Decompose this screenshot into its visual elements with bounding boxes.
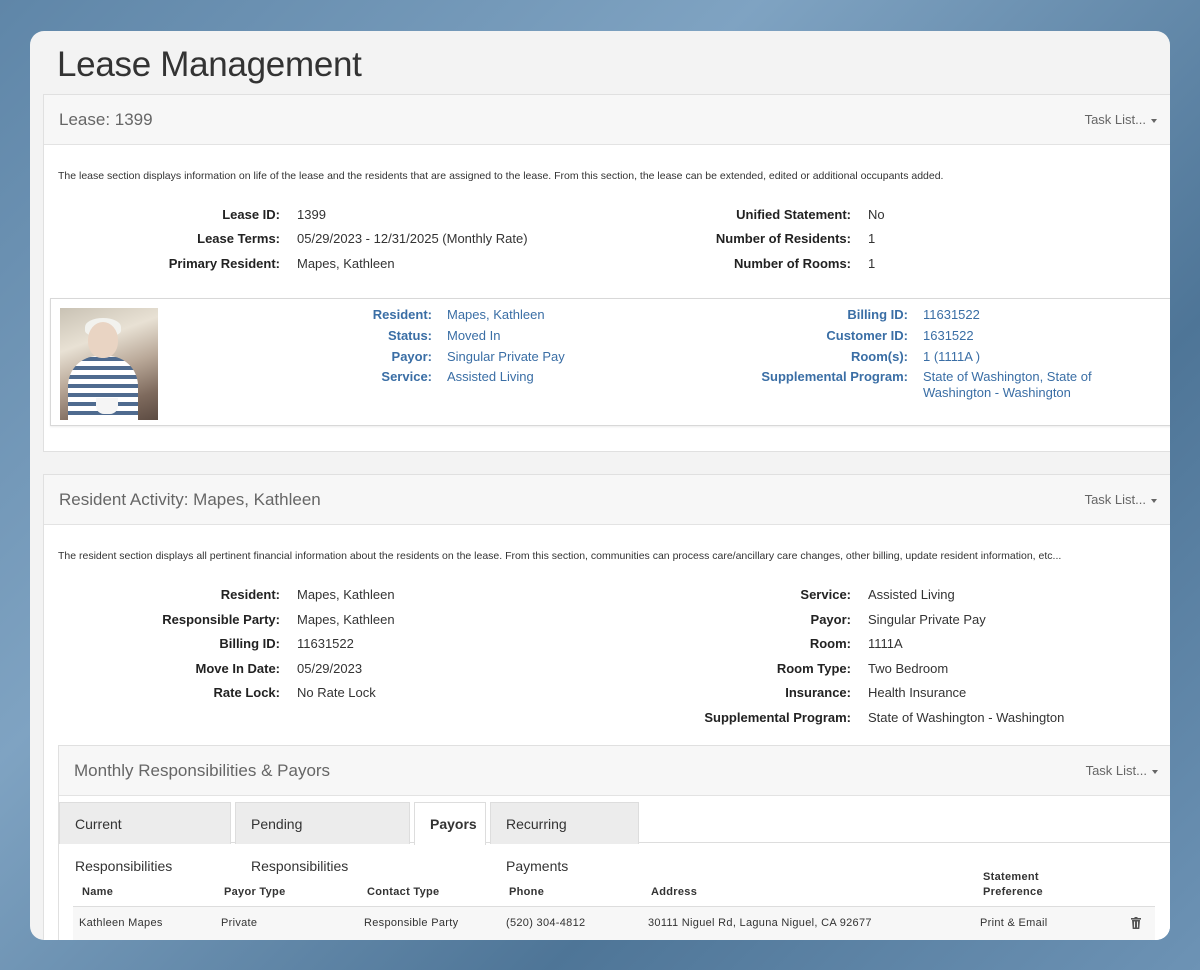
resident-card[interactable]: Resident: Mapes, Kathleen Status: Moved …	[50, 298, 1170, 426]
responsibilities-tabs: Current Responsibilities Pending Respons…	[59, 802, 1170, 874]
card-customer-id-label: Customer ID:	[826, 328, 908, 343]
card-resident-value[interactable]: Mapes, Kathleen	[447, 307, 545, 323]
card-rooms-label: Room(s):	[850, 349, 908, 364]
row-statement-preference: Print & Email	[980, 917, 1048, 929]
insurance-label: Insurance:	[785, 685, 851, 700]
activity-service-label: Service:	[800, 587, 851, 602]
caret-down-icon	[1151, 498, 1157, 503]
row-payor-type: Private	[221, 917, 258, 929]
card-supplemental-value: State of Washington, State of Washington…	[923, 369, 1092, 400]
col-contact-type: Contact Type	[367, 886, 440, 898]
room-type-value: Two Bedroom	[868, 661, 949, 676]
resident-photo	[60, 308, 158, 420]
card-payor-label: Payor:	[391, 349, 432, 364]
number-of-residents-label: Number of Residents:	[715, 231, 851, 246]
tab-pending-responsibilities[interactable]: Pending Responsibilities	[235, 802, 410, 874]
insurance-value: Health Insurance	[868, 685, 967, 700]
card-service-value: Assisted Living	[447, 369, 534, 384]
lease-terms-label: Lease Terms:	[197, 231, 280, 246]
page-title: Lease Management	[57, 45, 362, 84]
move-in-date-value: 05/29/2023	[297, 661, 363, 676]
lease-panel-header: Lease: 1399 Task List...	[44, 95, 1170, 145]
lease-terms-value: 05/29/2023 - 12/31/2025 (Monthly Rate)	[297, 231, 528, 246]
activity-service-value: Assisted Living	[868, 587, 955, 602]
activity-billing-id-value: 11631522	[297, 636, 354, 651]
activity-resident-value: Mapes, Kathleen	[297, 587, 395, 602]
row-contact-type: Responsible Party	[364, 917, 459, 929]
number-of-residents-value: 1	[868, 231, 876, 246]
col-statement-preference: Statement Preference	[983, 871, 1043, 898]
card-billing-id-label: Billing ID:	[847, 307, 908, 322]
activity-supplemental-label: Supplemental Program:	[704, 710, 851, 725]
number-of-rooms-value: 1	[868, 256, 876, 271]
task-list-label: Task List...	[1084, 492, 1146, 507]
activity-room-value: 1111A	[868, 636, 903, 651]
card-billing-id-value: 11631522	[923, 307, 980, 322]
row-phone: (520) 304-4812	[506, 917, 586, 929]
responsibilities-task-list-button[interactable]: Task List...	[1086, 763, 1158, 778]
col-payor-type: Payor Type	[224, 886, 286, 898]
activity-room-label: Room:	[809, 636, 851, 651]
col-address: Address	[651, 886, 698, 898]
rate-lock-value: No Rate Lock	[297, 685, 376, 700]
responsibilities-title: Monthly Responsibilities & Payors	[74, 761, 331, 780]
activity-resident-label: Resident:	[220, 587, 280, 602]
activity-task-list-button[interactable]: Task List...	[1085, 492, 1157, 507]
activity-description: The resident section displays all pertin…	[58, 550, 1062, 562]
lease-description: The lease section displays information o…	[58, 170, 944, 182]
lease-id-label: Lease ID:	[222, 207, 280, 222]
card-supplemental-label: Supplemental Program:	[761, 369, 908, 384]
room-type-label: Room Type:	[776, 661, 851, 676]
card-payor-value: Singular Private Pay	[447, 349, 565, 364]
row-address: 30111 Niguel Rd, Laguna Niguel, CA 92677	[648, 917, 872, 929]
rate-lock-label: Rate Lock:	[213, 685, 280, 700]
responsible-party-value: Mapes, Kathleen	[297, 612, 395, 627]
app-window: Lease Management Lease: 1399 Task List..…	[30, 31, 1170, 940]
activity-panel: Resident Activity: Mapes, Kathleen Task …	[43, 474, 1170, 940]
move-in-date-label: Move In Date:	[195, 661, 280, 676]
col-name: Name	[82, 886, 114, 898]
card-service-label: Service:	[381, 369, 432, 384]
activity-panel-header: Resident Activity: Mapes, Kathleen Task …	[44, 475, 1170, 525]
tab-recurring-payments[interactable]: Recurring Payments	[490, 802, 639, 874]
tab-current-responsibilities[interactable]: Current Responsibilities	[59, 802, 231, 874]
task-list-label: Task List...	[1085, 763, 1147, 778]
caret-down-icon	[1151, 118, 1157, 123]
card-status-label: Status:	[387, 328, 432, 343]
card-customer-id-value: 1631522	[923, 328, 974, 343]
task-list-label: Task List...	[1084, 112, 1146, 127]
activity-panel-title: Resident Activity: Mapes, Kathleen	[59, 490, 321, 509]
primary-resident-value: Mapes, Kathleen	[297, 256, 395, 271]
lease-task-list-button[interactable]: Task List...	[1085, 112, 1157, 127]
card-rooms-value: 1 (1111A )	[923, 349, 981, 364]
activity-supplemental-value: State of Washington - Washington	[868, 710, 1065, 725]
unified-statement-label: Unified Statement:	[736, 207, 851, 222]
tab-payors[interactable]: Payors	[414, 802, 486, 845]
card-resident-label: Resident:	[372, 307, 432, 322]
activity-billing-id-label: Billing ID:	[219, 636, 280, 651]
lease-panel-title: Lease: 1399	[59, 110, 153, 129]
unified-statement-value: No	[868, 207, 885, 222]
number-of-rooms-label: Number of Rooms:	[734, 256, 851, 271]
card-status-value: Moved In	[447, 328, 501, 343]
responsibilities-header: Monthly Responsibilities & Payors Task L…	[59, 746, 1170, 796]
caret-down-icon	[1152, 769, 1158, 774]
activity-payor-label: Payor:	[810, 612, 851, 627]
col-phone: Phone	[509, 886, 545, 898]
activity-payor-value: Singular Private Pay	[868, 612, 986, 627]
lease-panel: Lease: 1399 Task List... The lease secti…	[43, 94, 1170, 452]
row-name: Kathleen Mapes	[79, 917, 163, 929]
responsibilities-panel: Monthly Responsibilities & Payors Task L…	[58, 745, 1170, 940]
responsible-party-label: Responsible Party:	[162, 612, 280, 627]
lease-id-value: 1399	[297, 207, 326, 222]
primary-resident-label: Primary Resident:	[168, 256, 280, 271]
trash-icon[interactable]	[1131, 917, 1141, 929]
